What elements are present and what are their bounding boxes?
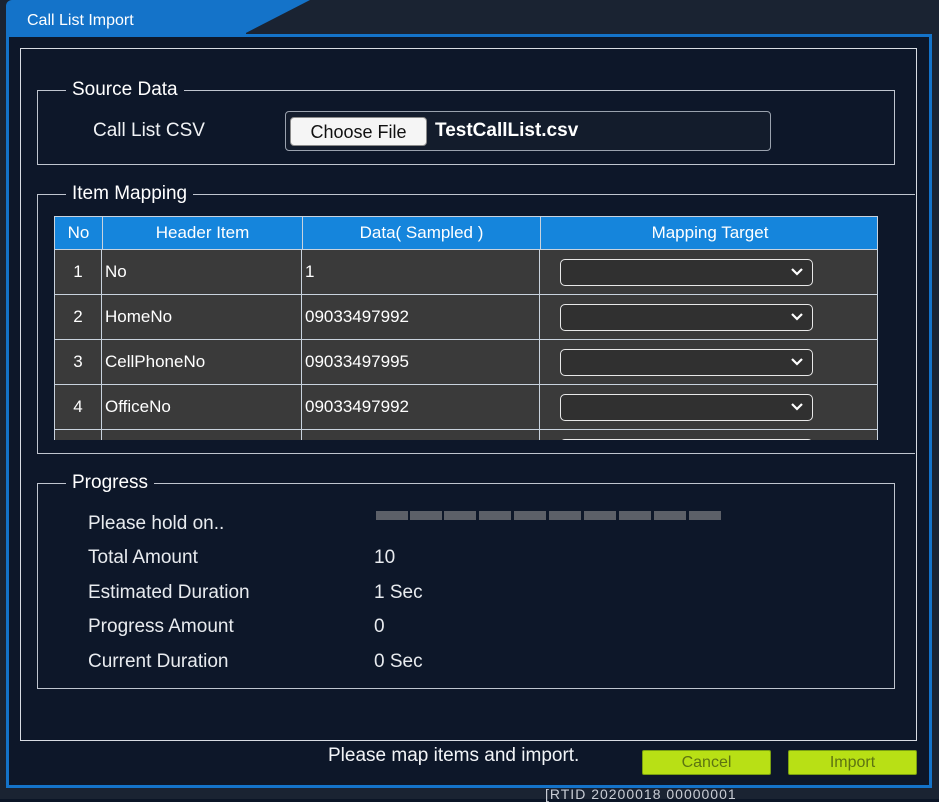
row-header-item: No xyxy=(102,250,302,294)
row-no xyxy=(54,430,102,440)
mapping-target-select[interactable] xyxy=(560,394,813,421)
csv-label: Call List CSV xyxy=(93,120,205,141)
row-mapping-cell xyxy=(540,385,878,429)
row-mapping-cell xyxy=(540,250,878,294)
import-button[interactable]: Import xyxy=(788,750,917,775)
progress-bar-segment xyxy=(549,511,581,520)
selected-file-name: TestCallList.csv xyxy=(435,120,579,141)
col-no: No xyxy=(55,217,103,249)
current-duration-value: 0 Sec xyxy=(374,651,423,672)
table-row: 1 No 1 xyxy=(54,250,878,295)
table-header: No Header Item Data( Sampled ) Mapping T… xyxy=(54,216,878,250)
chevron-down-icon xyxy=(791,313,803,321)
progress-bar-segment xyxy=(376,511,408,520)
row-mapping-cell xyxy=(540,295,878,339)
row-data-sample: 09033497995 xyxy=(302,340,540,384)
progress-bar-segment xyxy=(444,511,476,520)
status-message: Please map items and import. xyxy=(328,745,580,766)
mapping-target-select[interactable] xyxy=(560,259,813,286)
total-amount-value: 10 xyxy=(374,547,396,568)
row-data-sample: 09033497992 xyxy=(302,295,540,339)
row-header-item: OfficeNo xyxy=(102,385,302,429)
col-mapping-target: Mapping Target xyxy=(651,223,769,242)
progress-bar-segment xyxy=(410,511,442,520)
progress-amount-label: Progress Amount xyxy=(88,616,234,637)
mapping-table: No Header Item Data( Sampled ) Mapping T… xyxy=(54,216,878,440)
mapping-target-select[interactable] xyxy=(560,439,813,440)
dialog-title: Call List Import xyxy=(27,12,134,29)
row-header-item xyxy=(102,430,302,440)
background-partial-text: [RTID 20200018 00000001 xyxy=(545,786,737,802)
progress-bar-segment xyxy=(689,511,721,520)
row-no: 1 xyxy=(54,250,102,294)
table-row: 2 HomeNo 09033497992 xyxy=(54,295,878,340)
progress-bar-segment xyxy=(654,511,686,520)
row-mapping-cell xyxy=(540,430,878,440)
progress-bar-segment xyxy=(619,511,651,520)
row-no: 4 xyxy=(54,385,102,429)
row-header-item: CellPhoneNo xyxy=(102,340,302,384)
dialog-tab-slant xyxy=(240,0,310,36)
col-header-item: Header Item xyxy=(103,217,303,249)
item-mapping-title: Item Mapping xyxy=(66,183,194,205)
choose-file-button[interactable]: Choose File xyxy=(290,117,427,146)
row-header-item: HomeNo xyxy=(102,295,302,339)
table-row: 3 CellPhoneNo 09033497995 xyxy=(54,340,878,385)
chevron-down-icon xyxy=(791,268,803,276)
source-data-title: Source Data xyxy=(66,79,184,101)
row-data-sample: 1 xyxy=(302,250,540,294)
row-mapping-cell xyxy=(540,340,878,384)
total-amount-label: Total Amount xyxy=(88,547,198,568)
estimated-duration-label: Estimated Duration xyxy=(88,582,250,603)
table-row: 4 OfficeNo 09033497992 xyxy=(54,385,878,430)
row-data-sample xyxy=(302,430,540,440)
current-duration-label: Current Duration xyxy=(88,651,229,672)
row-no: 3 xyxy=(54,340,102,384)
chevron-down-icon xyxy=(791,358,803,366)
col-data-sampled: Data( Sampled ) xyxy=(303,217,541,249)
row-no: 2 xyxy=(54,295,102,339)
row-data-sample: 09033497992 xyxy=(302,385,540,429)
progress-title: Progress xyxy=(66,472,155,494)
progress-bar-segment xyxy=(584,511,616,520)
progress-bar-segment xyxy=(514,511,546,520)
progress-bar-segment xyxy=(479,511,511,520)
progress-amount-value: 0 xyxy=(374,616,385,637)
mapping-target-select[interactable] xyxy=(560,304,813,331)
cancel-button[interactable]: Cancel xyxy=(642,750,771,775)
estimated-duration-value: 1 Sec xyxy=(374,582,423,603)
mapping-target-select[interactable] xyxy=(560,349,813,376)
hold-on-label: Please hold on.. xyxy=(88,513,225,534)
chevron-down-icon xyxy=(791,403,803,411)
table-row-partial xyxy=(54,430,878,440)
